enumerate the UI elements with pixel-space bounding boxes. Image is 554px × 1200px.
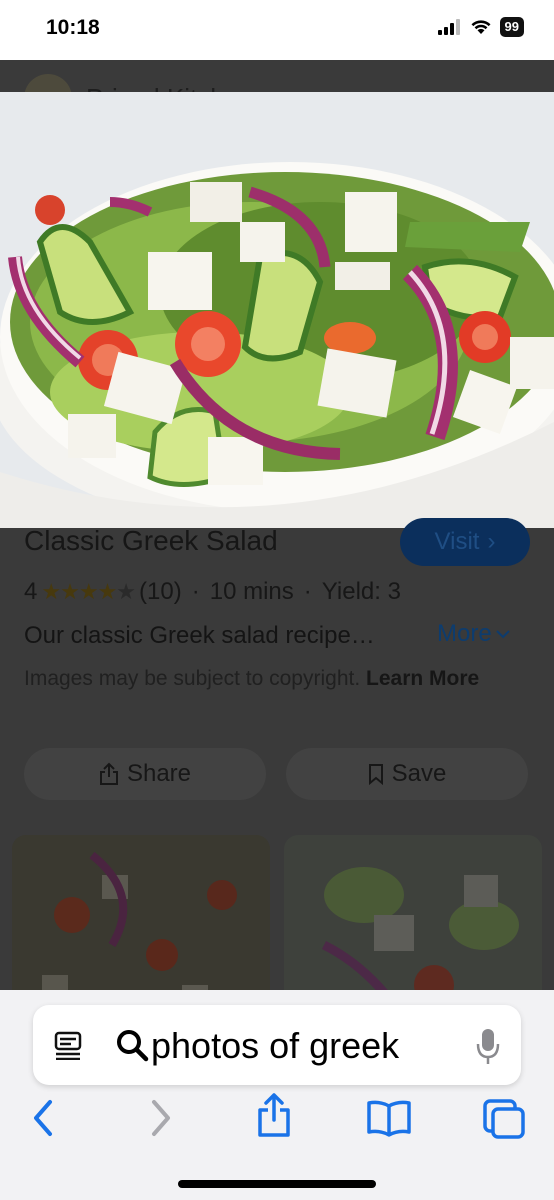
related-image[interactable] (12, 835, 270, 990)
cook-time: 10 mins (209, 578, 294, 605)
meta-separator: · (191, 578, 200, 605)
copyright-text: Images may be subject to copyright. (24, 667, 361, 690)
back-icon[interactable] (30, 1098, 56, 1138)
address-bar[interactable]: photos of greek (33, 1005, 521, 1085)
chevron-down-icon (495, 630, 510, 639)
bookmark-icon (368, 764, 383, 785)
mic-icon[interactable] (475, 1027, 501, 1065)
status-bar: 10:18 99 (0, 0, 554, 60)
result-description: Our classic Greek salad recipe… (24, 622, 375, 649)
share-icon[interactable] (256, 1092, 292, 1138)
page-content: Primal Kitchen (0, 60, 554, 990)
save-button[interactable]: Save (286, 748, 528, 800)
visit-button[interactable]: Visit › (400, 518, 530, 566)
save-label: Save (391, 760, 447, 787)
result-title: Classic Greek Salad (24, 525, 278, 556)
wifi-icon (471, 20, 491, 34)
chevron-right-icon: › (487, 528, 496, 555)
salad-illustration (0, 92, 554, 528)
browser-toolbar (0, 1093, 554, 1144)
bookmarks-icon[interactable] (366, 1098, 412, 1138)
more-label: More (437, 620, 492, 647)
address-text[interactable]: photos of greek (151, 1025, 399, 1067)
visit-label: Visit (434, 528, 480, 555)
home-indicator (178, 1180, 376, 1188)
tabs-icon[interactable] (482, 1098, 526, 1140)
reader-icon[interactable] (53, 1030, 83, 1060)
more-button[interactable]: More (437, 620, 510, 648)
rating-value: 4 (24, 578, 38, 605)
forward-icon[interactable] (148, 1098, 174, 1138)
recipe-meta: 4 ★★★★★ (10) · 10 mins · Yield: 3 (24, 578, 401, 606)
star-icon: ★ (60, 579, 80, 604)
browser-chrome: photos of greek (0, 990, 554, 1200)
rating-stars: ★★★★★ (41, 579, 136, 605)
meta-separator: · (303, 578, 312, 605)
star-icon: ★ (78, 579, 99, 604)
review-count: (10) (139, 578, 182, 605)
share-label: Share (126, 760, 192, 787)
search-icon (117, 1030, 149, 1062)
battery-indicator: 99 (499, 17, 524, 37)
recipe-yield: Yield: 3 (321, 578, 401, 605)
copyright-notice: Images may be subject to copyright. Lear… (24, 663, 504, 694)
cellular-signal-icon (437, 19, 460, 35)
status-time: 10:18 (46, 16, 100, 39)
learn-more-link[interactable]: Learn More (366, 667, 479, 690)
star-icon: ★ (41, 579, 61, 604)
star-icon: ★ (97, 579, 118, 604)
salad-image[interactable] (0, 92, 554, 528)
related-image[interactable] (284, 835, 542, 990)
salad-thumbnail (284, 835, 542, 990)
share-icon (99, 762, 118, 785)
star-empty-icon: ★ (116, 579, 136, 604)
salad-thumbnail (12, 835, 270, 990)
share-button[interactable]: Share (24, 748, 266, 800)
status-icons: 99 (437, 17, 524, 37)
